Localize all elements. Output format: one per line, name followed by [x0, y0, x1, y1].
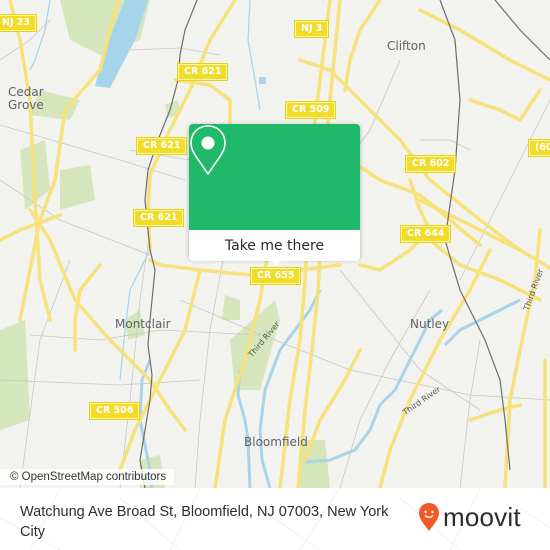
map-attribution[interactable]: © OpenStreetMap contributors	[0, 469, 175, 485]
popup-header	[189, 124, 360, 230]
popup-pointer	[268, 258, 284, 266]
road-shield-cr655: CR 655	[249, 267, 302, 285]
road-shield-nj23: NJ 23	[0, 14, 38, 32]
place-label-cedar-grove: Cedar Grove	[8, 85, 44, 112]
road-shield-cr644: CR 644	[399, 225, 452, 243]
road-shield-cr509: CR 509	[284, 101, 337, 119]
road-shield-cr621: CR 621	[132, 209, 185, 227]
location-popup: Take me there	[189, 124, 360, 266]
place-label-bloomfield: Bloomfield	[244, 435, 308, 449]
place-label-nutley: Nutley	[410, 317, 450, 331]
road-shield-nj3: NJ 3	[293, 20, 330, 38]
place-label-clifton: Clifton	[387, 39, 426, 53]
place-label-montclair: Montclair	[115, 317, 171, 331]
moovit-wordmark: moovit	[443, 502, 521, 532]
road-shield-cr602: CR 602	[404, 155, 457, 173]
moovit-pin-icon	[419, 503, 439, 531]
map-view[interactable]: Cedar Grove Clifton Montclair Nutley Blo…	[0, 0, 550, 488]
map-pin-icon	[190, 125, 226, 176]
address-text: Watchung Ave Broad St, Bloomfield, NJ 07…	[20, 504, 389, 540]
road-shield-cr60x: (60	[528, 139, 550, 157]
road-shield-cr621: CR 621	[135, 137, 188, 155]
road-shield-cr621: CR 621	[176, 63, 229, 81]
take-me-there-button[interactable]: Take me there	[189, 230, 360, 261]
moovit-logo[interactable]: moovit	[418, 502, 521, 532]
road-shield-cr506: CR 506	[88, 402, 141, 420]
